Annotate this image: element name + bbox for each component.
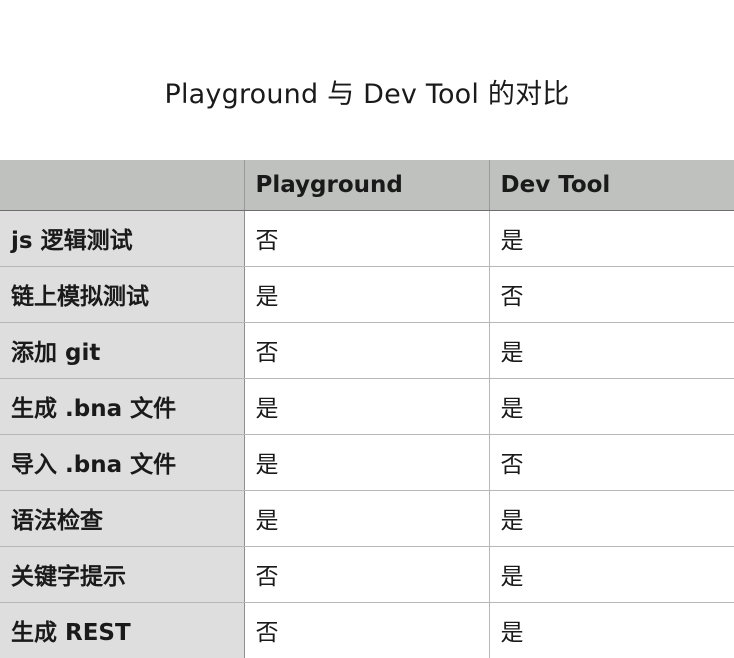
feature-cell: 添加 git [0,322,245,379]
header-row: Playground Dev Tool [0,160,734,211]
feature-cell: 生成 REST [0,602,245,658]
devtool-cell: 否 [489,434,734,491]
table-row: 语法检查 是 是 [0,490,734,547]
feature-cell: 生成 .bna 文件 [0,378,245,435]
playground-cell: 否 [244,322,490,379]
playground-cell: 是 [244,490,490,547]
devtool-cell: 是 [489,490,734,547]
table-row: 生成 .bna 文件 是 是 [0,378,734,435]
feature-cell: js 逻辑测试 [0,210,245,267]
table-header: Playground Dev Tool [0,160,734,211]
table-row: js 逻辑测试 否 是 [0,210,734,267]
devtool-cell: 是 [489,322,734,379]
devtool-cell: 是 [489,546,734,603]
table-row: 关键字提示 否 是 [0,546,734,603]
table-row: 生成 REST 否 是 [0,602,734,658]
feature-cell: 关键字提示 [0,546,245,603]
feature-cell: 导入 .bna 文件 [0,434,245,491]
devtool-cell: 是 [489,210,734,267]
table-row: 链上模拟测试 是 否 [0,266,734,323]
playground-cell: 否 [244,602,490,658]
playground-cell: 是 [244,266,490,323]
feature-cell: 链上模拟测试 [0,266,245,323]
devtool-cell: 是 [500,620,524,647]
page-title: Playground 与 Dev Tool 的对比 [164,79,570,110]
devtool-cell: 是 [489,378,734,435]
devtool-cell: 否 [489,266,734,323]
table-row: 添加 git 否 是 [0,322,734,379]
header-cell-feature [0,160,245,211]
playground-cell: 否 [244,546,490,603]
playground-cell: 否 [244,210,490,267]
table-row: 导入 .bna 文件 是 否 [0,434,734,491]
playground-cell: 是 [244,434,490,491]
header-cell-playground: Playground [244,160,490,211]
feature-cell: 语法检查 [0,490,245,547]
header-cell-devtool: Dev Tool [489,160,734,211]
playground-cell: 是 [244,378,490,435]
comparison-table: Playground Dev Tool js 逻辑测试 否 是 链上模拟测试 是… [0,160,734,658]
table-body: js 逻辑测试 否 是 链上模拟测试 是 否 添加 git 否 是 生成 .bn… [0,210,734,658]
